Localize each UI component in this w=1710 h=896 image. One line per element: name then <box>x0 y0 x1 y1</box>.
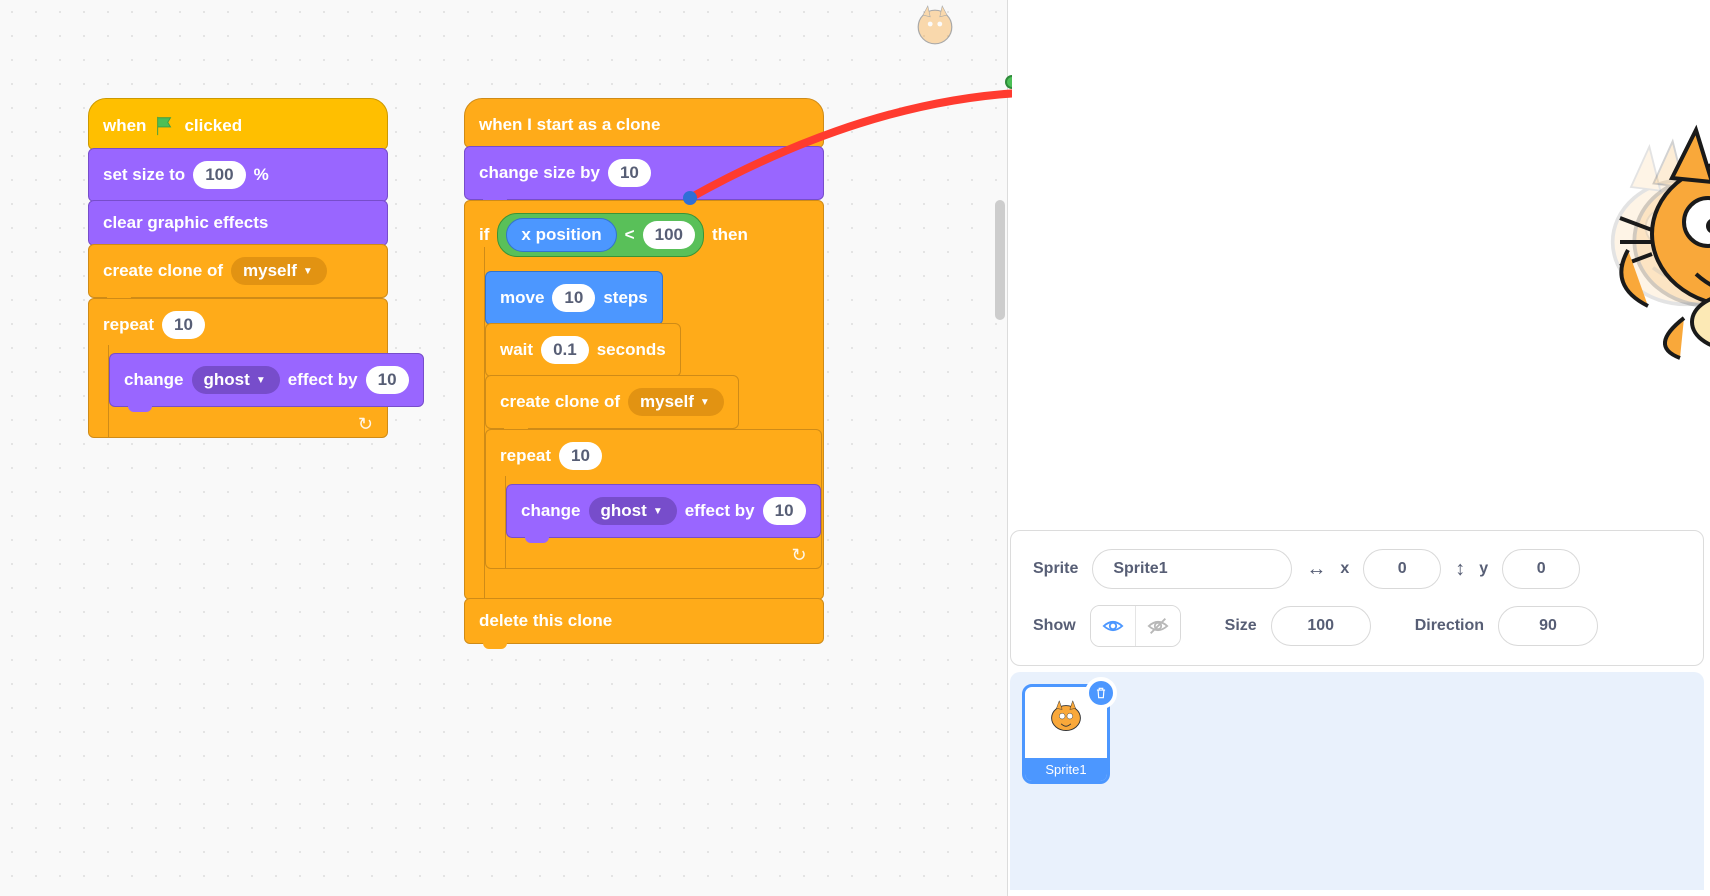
loop-arrow-icon: ↻ <box>358 414 373 435</box>
sprite-name-input[interactable]: Sprite1 <box>1092 549 1292 589</box>
script-stack-1[interactable]: when clicked set size to 100 % clear gra… <box>88 100 388 438</box>
block-label: when <box>103 116 146 136</box>
sprite-name-label: Sprite <box>1033 560 1078 578</box>
block-label: delete this clone <box>479 611 612 631</box>
visibility-toggle <box>1090 605 1181 647</box>
when-flag-clicked-block[interactable]: when clicked <box>88 98 388 150</box>
dropdown-value: ghost <box>601 501 647 521</box>
effect-dropdown[interactable]: ghost ▼ <box>192 366 280 394</box>
block-label: change <box>124 370 184 390</box>
operator-symbol: < <box>625 225 635 245</box>
sprite-drag-preview <box>905 0 965 65</box>
set-size-block[interactable]: set size to 100 % <box>88 148 388 202</box>
x-label: x <box>1340 560 1349 578</box>
create-clone-block[interactable]: create clone of myself ▼ <box>88 244 388 298</box>
x-axis-icon: ↔ <box>1306 558 1326 581</box>
chevron-down-icon: ▼ <box>653 506 663 517</box>
wait-input[interactable]: 0.1 <box>541 336 589 364</box>
block-label: % <box>254 165 269 185</box>
y-input[interactable]: 0 <box>1502 549 1580 589</box>
move-steps-block[interactable]: move 10 steps <box>485 271 663 325</box>
script-stack-2[interactable]: when I start as a clone change size by 1… <box>464 100 824 644</box>
change-effect-block[interactable]: change ghost ▼ effect by 10 <box>506 484 821 538</box>
show-label: Show <box>1033 617 1076 635</box>
size-change-input[interactable]: 10 <box>608 159 651 187</box>
block-label: then <box>712 225 748 245</box>
create-clone-block[interactable]: create clone of myself ▼ <box>485 375 739 429</box>
effect-amount-input[interactable]: 10 <box>366 366 409 394</box>
block-label: set size to <box>103 165 185 185</box>
repeat-block[interactable]: repeat 10 change ghost ▼ effect by 10 ↻ <box>88 298 388 438</box>
block-label: clicked <box>184 116 242 136</box>
trash-icon <box>1094 686 1108 700</box>
less-than-operator[interactable]: x position < 100 <box>497 213 704 257</box>
hide-button[interactable] <box>1136 606 1180 646</box>
x-input[interactable]: 0 <box>1363 549 1441 589</box>
dropdown-value: ghost <box>204 370 250 390</box>
change-effect-block[interactable]: change ghost ▼ effect by 10 <box>109 353 424 407</box>
change-size-block[interactable]: change size by 10 <box>464 146 824 200</box>
block-label: change <box>521 501 581 521</box>
block-label: create clone of <box>500 392 620 412</box>
delete-sprite-button[interactable] <box>1085 677 1117 709</box>
block-label: if <box>479 225 489 245</box>
clone-target-dropdown[interactable]: myself ▼ <box>628 388 724 416</box>
chevron-down-icon: ▼ <box>303 266 313 277</box>
size-input[interactable]: 100 <box>193 161 245 189</box>
dropdown-value: myself <box>640 392 694 412</box>
show-button[interactable] <box>1091 606 1135 646</box>
eye-off-icon <box>1147 615 1169 637</box>
compare-input[interactable]: 100 <box>643 221 695 249</box>
stage[interactable] <box>1012 2 1706 524</box>
clear-graphic-effects-block[interactable]: clear graphic effects <box>88 200 388 246</box>
repeat-block[interactable]: repeat 10 change ghost ▼ effect by 10 <box>485 429 822 569</box>
wait-block[interactable]: wait 0.1 seconds <box>485 323 681 377</box>
x-position-reporter[interactable]: x position <box>506 218 616 252</box>
stage-and-sprite-column: Sprite Sprite1 ↔ x 0 ↕ y 0 Show Size 100… <box>1008 0 1710 896</box>
eye-icon <box>1102 615 1124 637</box>
effect-amount-input[interactable]: 10 <box>763 497 806 525</box>
sprite-card[interactable]: Sprite1 <box>1022 684 1110 784</box>
y-axis-icon: ↕ <box>1455 558 1465 581</box>
direction-label: Direction <box>1415 617 1484 635</box>
green-flag-icon <box>154 115 176 137</box>
block-label: move <box>500 288 544 308</box>
blocks-workspace[interactable]: when clicked set size to 100 % clear gra… <box>0 0 1008 896</box>
block-label: wait <box>500 340 533 360</box>
direction-input[interactable]: 90 <box>1498 606 1598 646</box>
size-label: Size <box>1225 617 1257 635</box>
block-label: create clone of <box>103 261 223 281</box>
block-label: steps <box>603 288 647 308</box>
loop-arrow-icon: ↻ <box>791 545 806 566</box>
sprite-thumbnail <box>1042 695 1090 743</box>
when-start-as-clone-block[interactable]: when I start as a clone <box>464 98 824 148</box>
block-label: effect by <box>288 370 358 390</box>
chevron-down-icon: ▼ <box>256 375 266 386</box>
block-label: when I start as a clone <box>479 115 660 135</box>
block-label: seconds <box>597 340 666 360</box>
delete-clone-block[interactable]: delete this clone <box>464 598 824 644</box>
repeat-input[interactable]: 10 <box>559 442 602 470</box>
block-label: clear graphic effects <box>103 213 268 233</box>
block-label: repeat <box>103 315 154 335</box>
sprite-info-panel: Sprite Sprite1 ↔ x 0 ↕ y 0 Show Size 100… <box>1010 530 1704 666</box>
block-label: repeat <box>500 446 551 466</box>
clone-target-dropdown[interactable]: myself ▼ <box>231 257 327 285</box>
block-label: change size by <box>479 163 600 183</box>
sprite-list[interactable]: Sprite1 <box>1010 672 1704 890</box>
size-input[interactable]: 100 <box>1271 606 1371 646</box>
y-label: y <box>1479 560 1488 578</box>
if-block[interactable]: if x position < 100 then move 10 steps w… <box>464 200 824 600</box>
repeat-input[interactable]: 10 <box>162 311 205 339</box>
sprite-card-label: Sprite1 <box>1025 758 1107 781</box>
steps-input[interactable]: 10 <box>552 284 595 312</box>
chevron-down-icon: ▼ <box>700 397 710 408</box>
effect-dropdown[interactable]: ghost ▼ <box>589 497 677 525</box>
dropdown-value: myself <box>243 261 297 281</box>
block-label: effect by <box>685 501 755 521</box>
